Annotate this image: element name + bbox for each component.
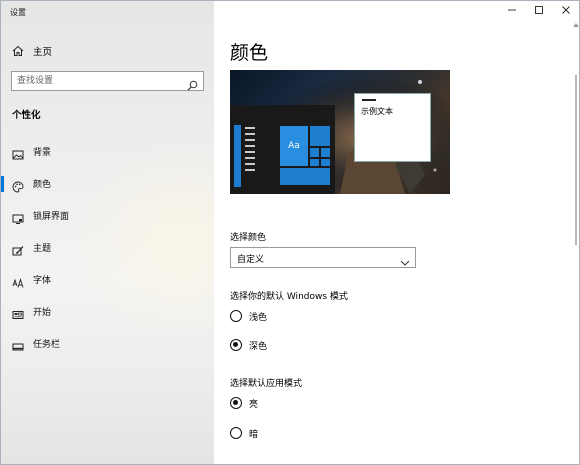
windows-mode-dark-radio[interactable]: 深色 (230, 337, 267, 353)
preview-list-line (245, 163, 255, 165)
taskbar-icon (12, 338, 24, 351)
preview-tile (310, 126, 330, 146)
sidebar-item-label: 主题 (33, 244, 52, 254)
sidebar-item-start[interactable]: 开始 (1, 300, 214, 324)
preview-tile-aa: Aa (280, 126, 308, 166)
sidebar-item-fonts[interactable]: 字体 (1, 268, 214, 292)
title-bar-controls (498, 1, 579, 21)
preview-tile (280, 168, 330, 185)
home-icon (12, 42, 24, 61)
sidebar-item-label: 字体 (33, 276, 52, 286)
preview-tile (310, 148, 319, 157)
app-mode-light-radio[interactable]: 亮 (230, 395, 258, 411)
search-box[interactable] (11, 71, 204, 91)
home-link[interactable]: 主页 (12, 43, 52, 59)
maximize-icon (534, 6, 543, 14)
preview-window-bar (362, 99, 376, 101)
windows-mode-label: 选择你的默认 Windows 模式 (230, 292, 348, 302)
sidebar: 设置 主页 个性化 背景 颜色 (1, 1, 214, 464)
chevron-down-icon (400, 253, 410, 272)
app-mode-dark-radio[interactable]: 暗 (230, 425, 258, 441)
windows-mode-light-radio[interactable]: 浅色 (230, 308, 267, 324)
preview-list-line (245, 127, 255, 129)
theme-preview: Aa 示例文本 (230, 70, 450, 194)
preview-list-line (245, 139, 255, 141)
sidebar-item-label: 颜色 (33, 180, 52, 190)
page-title: 颜色 (230, 42, 269, 64)
sidebar-item-label: 开始 (33, 308, 52, 318)
preview-list-line (245, 169, 255, 171)
lock-screen-icon (12, 210, 24, 224)
radio-circle (230, 310, 242, 322)
sidebar-item-themes[interactable]: 主题 (1, 236, 214, 260)
radio-label: 暗 (249, 429, 259, 440)
maximize-button[interactable] (525, 1, 552, 19)
content-pane: 颜色 Aa 示例文本 选择颜色 自定义 选择你的默认 Windows 模式 浅色… (214, 1, 579, 464)
palette-icon (12, 178, 24, 193)
home-label: 主页 (33, 47, 53, 58)
radio-circle-checked (230, 397, 242, 409)
choose-color-value: 自定义 (237, 255, 265, 265)
preview-window: 示例文本 (354, 93, 431, 162)
preview-tile (310, 159, 319, 166)
preview-list-line (245, 133, 255, 135)
theme-brush-icon (12, 242, 24, 256)
scrollbar-thumb[interactable] (575, 75, 577, 245)
radio-label: 浅色 (249, 312, 268, 323)
section-heading: 个性化 (12, 110, 41, 121)
selection-indicator (1, 176, 4, 192)
preview-list-line (245, 157, 255, 159)
radio-label: 亮 (249, 399, 259, 410)
picture-icon (12, 146, 24, 160)
sidebar-item-label: 背景 (33, 148, 52, 158)
sidebar-item-lock-screen[interactable]: 锁屏界面 (1, 204, 214, 228)
app-mode-label: 选择默认应用模式 (230, 379, 303, 389)
content-scrollbar[interactable] (573, 21, 579, 464)
radio-circle-checked (230, 339, 242, 351)
radio-circle (230, 427, 242, 439)
sidebar-item-label: 锁屏界面 (33, 212, 70, 222)
radio-label: 深色 (249, 341, 268, 352)
font-icon (12, 274, 24, 288)
preview-sample-text: 示例文本 (361, 107, 393, 116)
preview-app-strip (234, 125, 241, 187)
preview-list-line (245, 145, 255, 147)
settings-window: 设置 主页 个性化 背景 颜色 (0, 0, 580, 465)
search-input[interactable] (17, 74, 182, 88)
search-icon[interactable] (187, 76, 198, 95)
choose-color-dropdown[interactable]: 自定义 (230, 247, 416, 268)
start-menu-icon (12, 306, 24, 319)
choose-color-label: 选择颜色 (230, 233, 267, 243)
sidebar-item-background[interactable]: 背景 (1, 140, 214, 164)
close-button[interactable] (552, 1, 579, 19)
minimize-button[interactable] (498, 1, 525, 19)
sidebar-item-color[interactable]: 颜色 (1, 172, 214, 196)
minimize-icon (507, 9, 516, 11)
preview-tile (321, 148, 330, 157)
preview-list-line (245, 151, 255, 153)
preview-tile (321, 159, 330, 166)
sidebar-item-label: 任务栏 (33, 340, 61, 350)
window-title: 设置 (10, 8, 26, 17)
scroll-up-arrow-icon[interactable] (573, 23, 579, 27)
sidebar-item-taskbar[interactable]: 任务栏 (1, 332, 214, 356)
close-icon (561, 6, 570, 14)
